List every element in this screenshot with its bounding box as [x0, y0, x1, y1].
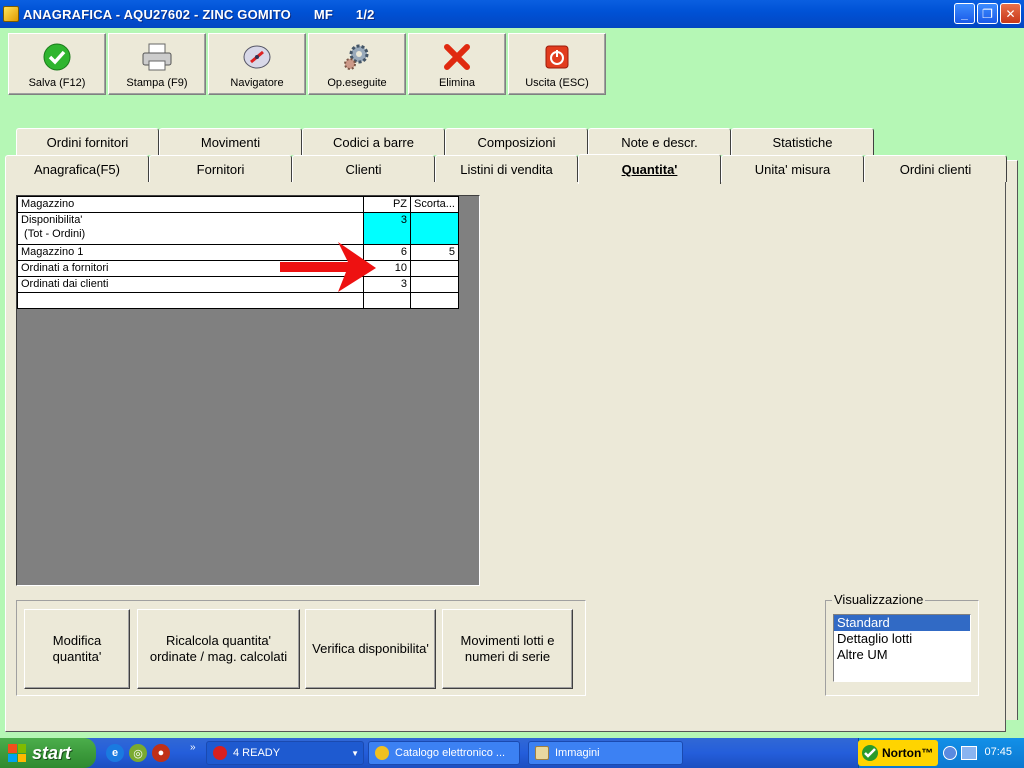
minimize-button[interactable]: _	[954, 3, 975, 24]
button-line1: Movimenti lotti e	[460, 633, 555, 648]
toolbar: Salva (F12) Stampa (F9) Navigatore Op.es…	[0, 28, 1016, 98]
tray-expand-icon[interactable]	[943, 746, 957, 760]
button-line1: Verifica disponibilita'	[312, 641, 429, 656]
navigator-button[interactable]: Navigatore	[208, 33, 306, 95]
grid-header-row: Magazzino PZ Scorta...	[17, 196, 459, 213]
header-scorta[interactable]: Scorta...	[410, 196, 459, 213]
save-label: Salva (F12)	[28, 77, 86, 89]
verify-availability-button[interactable]: Verifica disponibilita'	[305, 609, 436, 689]
option-dettaglio-lotti[interactable]: Dettaglio lotti	[834, 631, 970, 647]
button-line1: Modifica	[52, 633, 102, 648]
exit-button[interactable]: Uscita (ESC)	[508, 33, 606, 95]
cell-scorta[interactable]: 5	[410, 244, 459, 261]
start-label: start	[32, 742, 72, 763]
tab-anagrafica[interactable]: Anagrafica(F5)	[5, 155, 149, 182]
tab-codici-a-barre[interactable]: Codici a barre	[302, 128, 445, 155]
folder-icon	[535, 746, 549, 760]
norton-check-icon	[862, 745, 878, 761]
tab-unita-misura[interactable]: Unita' misura	[721, 155, 864, 182]
delete-x-icon	[440, 40, 474, 74]
button-line2: quantita'	[52, 649, 102, 664]
cell-scorta[interactable]	[410, 292, 459, 309]
check-icon	[40, 40, 74, 74]
compass-icon	[240, 40, 274, 74]
task-ready[interactable]: 4 READY ▼	[206, 741, 364, 765]
lot-movements-button[interactable]: Movimenti lotti e numeri di serie	[442, 609, 573, 689]
norton-label: Norton™	[882, 746, 934, 760]
apple-icon	[213, 746, 227, 760]
chevron-down-icon: ▼	[351, 748, 359, 758]
table-row[interactable]	[17, 292, 459, 309]
table-row[interactable]: Magazzino 1 6 5	[17, 244, 459, 261]
button-line2: ordinate / mag. calcolati	[149, 649, 288, 664]
tab-listini-di-vendita[interactable]: Listini di vendita	[435, 155, 578, 182]
print-label: Stampa (F9)	[126, 77, 188, 89]
operations-label: Op.eseguite	[327, 77, 387, 89]
button-line1: Ricalcola quantita'	[165, 633, 272, 648]
windows-flag-icon	[8, 744, 26, 762]
navigator-label: Navigatore	[230, 77, 284, 89]
task-label: Immagini	[555, 747, 600, 759]
print-button[interactable]: Stampa (F9)	[108, 33, 206, 95]
norton-tray-item[interactable]: Norton™	[858, 740, 938, 766]
row-label-line1: Disponibilita'	[21, 214, 83, 226]
recalculate-quantity-button[interactable]: Ricalcola quantita' ordinate / mag. calco…	[137, 609, 300, 689]
visualization-listbox[interactable]: Standard Dettaglio lotti Altre UM	[833, 614, 971, 682]
task-immagini[interactable]: Immagini	[528, 741, 683, 765]
header-magazzino[interactable]: Magazzino	[17, 196, 364, 213]
tab-ordini-fornitori[interactable]: Ordini fornitori	[16, 128, 159, 155]
tab-statistiche[interactable]: Statistiche	[731, 128, 874, 155]
clock: 07:45	[984, 746, 1012, 758]
table-row[interactable]: Ordinati dai clienti 3	[17, 276, 459, 293]
tab-composizioni[interactable]: Composizioni	[445, 128, 588, 155]
modify-quantity-button[interactable]: Modifica quantita'	[24, 609, 130, 689]
window-frame-edge	[1006, 160, 1018, 720]
tab-quantita[interactable]: Quantita'	[578, 154, 721, 184]
start-button[interactable]: start	[0, 738, 96, 768]
visualization-title: Visualizzazione	[832, 592, 926, 607]
exit-label: Uscita (ESC)	[525, 77, 589, 89]
quicklaunch-expand-icon[interactable]: »	[190, 742, 196, 753]
app-icon	[3, 6, 19, 22]
task-label: 4 READY	[233, 747, 281, 759]
save-button[interactable]: Salva (F12)	[8, 33, 106, 95]
table-row[interactable]: Ordinati a fornitori 10	[17, 260, 459, 277]
close-button[interactable]: ✕	[1000, 3, 1021, 24]
task-label: Catalogo elettronico ...	[395, 747, 506, 759]
header-pz[interactable]: PZ	[363, 196, 411, 213]
delete-label: Elimina	[438, 77, 476, 89]
power-icon	[540, 40, 574, 74]
option-altre-um[interactable]: Altre UM	[834, 647, 970, 663]
operations-button[interactable]: Op.eseguite	[308, 33, 406, 95]
catalog-icon	[375, 746, 389, 760]
title-bar: ANAGRAFICA - AQU27602 - ZINC GOMITO MF 1…	[0, 0, 1024, 28]
tab-fornitori[interactable]: Fornitori	[149, 155, 292, 182]
tab-ordini-clienti[interactable]: Ordini clienti	[864, 155, 1007, 182]
gears-icon	[340, 40, 374, 74]
cell-scorta[interactable]	[410, 276, 459, 293]
media-icon[interactable]: ●	[152, 744, 170, 762]
button-line2: numeri di serie	[464, 649, 551, 664]
ie-icon[interactable]: e	[106, 744, 124, 762]
tab-movimenti[interactable]: Movimenti	[159, 128, 302, 155]
red-arrow-annotation	[280, 242, 376, 292]
cell-scorta[interactable]	[410, 212, 459, 245]
restore-button[interactable]: ❐	[977, 3, 998, 24]
printer-icon	[140, 40, 174, 74]
tab-note-e-descr[interactable]: Note e descr.	[588, 128, 731, 155]
network-icon[interactable]	[961, 746, 977, 760]
table-row[interactable]: Disponibilita' (Tot - Ordini) 3	[17, 212, 459, 245]
option-standard[interactable]: Standard	[834, 615, 970, 631]
quicklaunch-icon[interactable]: ◎	[129, 744, 147, 762]
quantity-grid[interactable]: Magazzino PZ Scorta... Disponibilita' (T…	[17, 196, 459, 309]
task-catalogo[interactable]: Catalogo elettronico ...	[368, 741, 520, 765]
window-title: ANAGRAFICA - AQU27602 - ZINC GOMITO MF 1…	[23, 6, 375, 22]
cell-scorta[interactable]	[410, 260, 459, 277]
tab-clienti[interactable]: Clienti	[292, 155, 435, 182]
delete-button[interactable]: Elimina	[408, 33, 506, 95]
